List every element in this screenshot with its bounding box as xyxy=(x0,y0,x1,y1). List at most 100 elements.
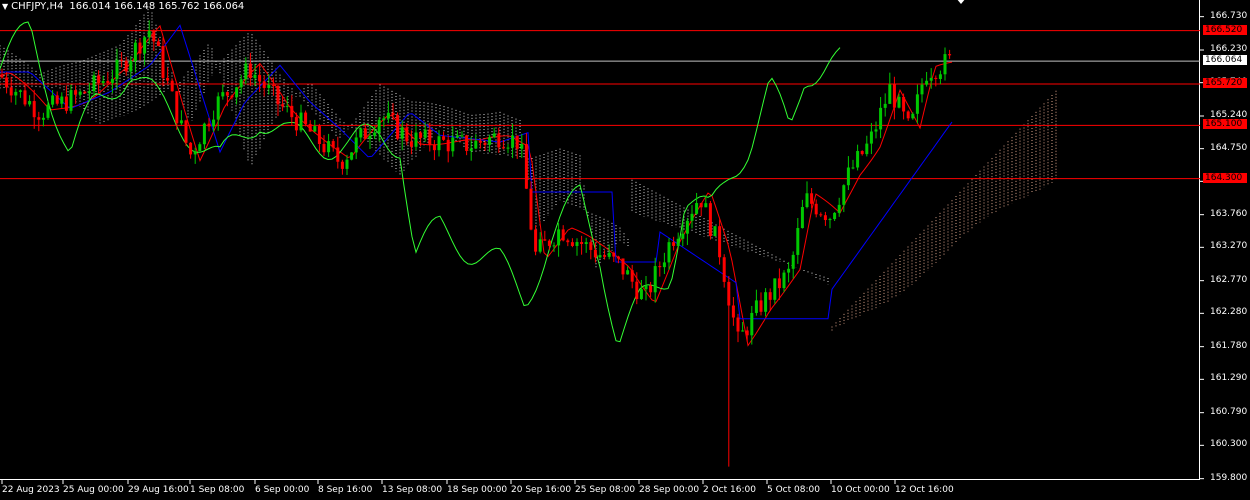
candle-bull xyxy=(110,79,114,83)
x-tick-label: 6 Sep 00:00 xyxy=(255,485,310,495)
y-tick-label: 166.730 xyxy=(1210,10,1248,21)
candle-bull xyxy=(653,266,657,293)
candle-bull xyxy=(538,239,542,252)
candle-bear xyxy=(589,242,593,250)
x-tick-label: 25 Sep 08:00 xyxy=(575,485,636,495)
candle-bull xyxy=(488,137,492,145)
y-tick-label: 161.780 xyxy=(1210,340,1248,351)
candle-bull xyxy=(681,233,685,239)
candle-bull xyxy=(667,242,671,263)
candle-bull xyxy=(888,84,892,104)
candle-bull xyxy=(377,119,381,133)
candle-bull xyxy=(414,132,418,147)
x-tick-label: 25 Aug 00:00 xyxy=(63,485,124,495)
candle-bull xyxy=(506,147,510,149)
candle-bull xyxy=(607,252,611,257)
candle-bull xyxy=(198,144,202,152)
candle-bear xyxy=(823,215,827,221)
x-tick-label: 18 Sep 00:00 xyxy=(447,485,508,495)
candle-bull xyxy=(805,193,809,208)
candle-bear xyxy=(635,281,639,300)
candle-bear xyxy=(97,75,101,84)
candle-bull xyxy=(938,74,942,79)
candle-bull xyxy=(455,135,459,138)
candle-bull xyxy=(704,203,708,208)
level-price-label: 166.064 xyxy=(1203,55,1247,66)
candle-bull xyxy=(837,204,841,213)
candle-bull xyxy=(101,81,105,84)
candle-bull xyxy=(253,74,257,79)
candle-bear xyxy=(649,285,653,293)
candle-bull xyxy=(833,212,837,220)
x-tick-label: 2 Oct 16:00 xyxy=(703,485,756,495)
candle-bull xyxy=(676,238,680,246)
candle-bear xyxy=(0,75,4,78)
candle-bear xyxy=(308,123,312,132)
candle-bull xyxy=(216,96,220,120)
candle-bull xyxy=(865,143,869,155)
candle-bear xyxy=(120,59,124,61)
candle-bear xyxy=(207,123,211,127)
candle-bull xyxy=(943,54,947,75)
candle-bear xyxy=(340,161,344,169)
candle-bear xyxy=(161,46,165,78)
candle-bull xyxy=(451,137,455,152)
candle-bull xyxy=(235,87,239,98)
dropdown-triangle-icon[interactable]: ▼ xyxy=(2,2,8,11)
candle-bull xyxy=(626,270,630,275)
candle-bear xyxy=(478,140,482,143)
x-tick-label: 28 Sep 00:00 xyxy=(639,485,700,495)
level-price-label: 164.300 xyxy=(1203,172,1247,183)
symbol-label: CHFJPY,H4 xyxy=(11,1,64,12)
tenkan-line xyxy=(0,24,953,347)
candle-bear xyxy=(304,112,308,124)
candle-bear xyxy=(810,193,814,204)
y-tick-label: 161.290 xyxy=(1210,373,1248,384)
candle-bear xyxy=(892,84,896,108)
candle-bull xyxy=(51,95,55,105)
candle-bull xyxy=(18,90,22,92)
candles xyxy=(0,20,952,467)
x-tick-label: 29 Aug 16:00 xyxy=(128,485,189,495)
candle-bull xyxy=(557,229,561,246)
candle-bull xyxy=(846,167,850,186)
candle-bull xyxy=(869,131,873,144)
shift-marker-icon[interactable] xyxy=(956,0,966,4)
candle-bull xyxy=(28,101,32,105)
candle-bear xyxy=(152,30,156,42)
candle-bull xyxy=(212,119,216,127)
candle-bear xyxy=(547,240,551,246)
candle-bull xyxy=(129,60,133,72)
candle-bull xyxy=(368,135,372,139)
candle-bear xyxy=(23,90,27,105)
candle-bull xyxy=(915,94,919,114)
kijun-line xyxy=(0,24,953,320)
candle-bear xyxy=(902,96,906,112)
candle-bear xyxy=(906,111,910,119)
candle-bear xyxy=(322,143,326,153)
candle-bull xyxy=(520,144,524,149)
candle-bear xyxy=(5,77,9,88)
candle-bear xyxy=(396,115,400,139)
candle-bear xyxy=(819,214,823,216)
chart-svg[interactable] xyxy=(0,0,1250,500)
candle-bull xyxy=(662,262,666,268)
candle-bull xyxy=(285,105,289,107)
candle-bear xyxy=(409,141,413,147)
candle-bull xyxy=(911,113,915,119)
candle-bull xyxy=(386,112,390,119)
candle-bear xyxy=(83,91,87,94)
candle-bull xyxy=(828,219,832,221)
candle-bull xyxy=(87,91,91,94)
candle-bull xyxy=(41,117,45,120)
y-tick-label: 162.280 xyxy=(1210,307,1248,318)
candle-bear xyxy=(593,249,597,258)
candle-bull xyxy=(474,140,478,149)
ichimoku-cloud xyxy=(0,9,1057,331)
level-price-label: 166.520 xyxy=(1203,24,1247,35)
x-tick-label: 22 Aug 2023 xyxy=(2,485,60,495)
candle-bull xyxy=(193,151,197,155)
candle-bear xyxy=(621,258,625,275)
candle-bull xyxy=(713,226,717,237)
candle-bull xyxy=(879,107,883,130)
